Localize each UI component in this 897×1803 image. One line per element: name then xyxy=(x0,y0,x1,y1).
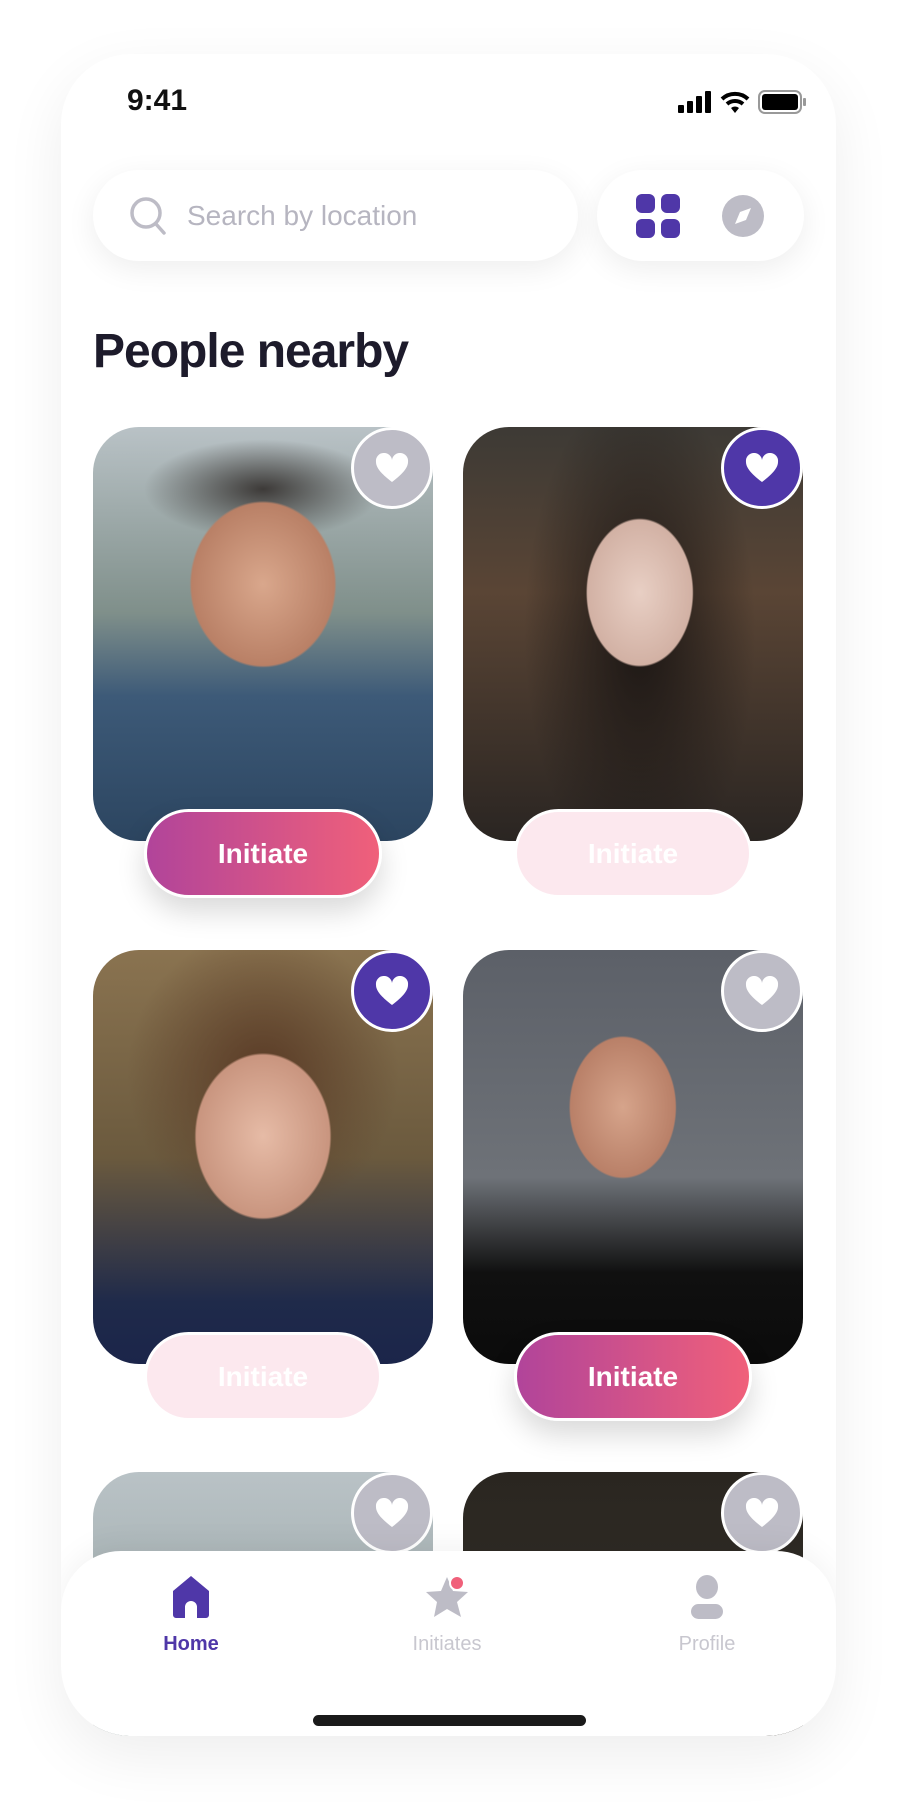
nav-label: Initiates xyxy=(412,1633,482,1655)
heart-icon xyxy=(745,453,779,482)
initiate-button[interactable]: Initiate xyxy=(514,809,752,898)
home-indicator[interactable] xyxy=(313,1715,586,1726)
like-button[interactable] xyxy=(351,427,433,509)
phone-screen: 9:41 People nearby Initiate Initiate Ini… xyxy=(61,54,836,1736)
like-button[interactable] xyxy=(351,1472,433,1554)
search-input[interactable] xyxy=(187,199,527,232)
like-button[interactable] xyxy=(721,950,803,1032)
user-icon xyxy=(691,1575,723,1619)
nav-label: Profile xyxy=(678,1633,736,1655)
nav-label: Home xyxy=(163,1633,219,1655)
nav-home[interactable]: Home xyxy=(121,1575,261,1656)
person-card[interactable]: Initiate xyxy=(93,427,433,898)
home-icon xyxy=(173,1576,209,1618)
like-button[interactable] xyxy=(721,427,803,509)
heart-icon xyxy=(375,453,409,482)
signal-icon xyxy=(678,91,711,113)
status-icons xyxy=(678,90,806,114)
page-title: People nearby xyxy=(93,325,409,378)
initiate-button[interactable]: Initiate xyxy=(144,809,382,898)
view-toggle xyxy=(597,170,804,261)
compass-icon[interactable] xyxy=(721,194,765,238)
status-time: 9:41 xyxy=(127,84,188,117)
wifi-icon xyxy=(720,91,750,113)
heart-icon xyxy=(375,1498,409,1527)
heart-icon xyxy=(375,976,409,1005)
nav-profile[interactable]: Profile xyxy=(637,1575,777,1656)
nav-initiates[interactable]: Initiates xyxy=(377,1575,517,1656)
grid-icon[interactable] xyxy=(635,193,680,238)
battery-icon xyxy=(758,90,806,114)
heart-icon xyxy=(745,976,779,1005)
person-card[interactable]: Initiate xyxy=(463,427,803,898)
search-icon xyxy=(130,196,166,235)
notification-badge xyxy=(449,1575,465,1591)
search-bar[interactable] xyxy=(93,170,578,261)
like-button[interactable] xyxy=(351,950,433,1032)
person-card[interactable]: Initiate xyxy=(93,950,433,1421)
initiate-button[interactable]: Initiate xyxy=(514,1332,752,1421)
person-card[interactable]: Initiate xyxy=(463,950,803,1421)
like-button[interactable] xyxy=(721,1472,803,1554)
bottom-nav: Home Initiates Profile xyxy=(61,1551,836,1736)
initiate-button[interactable]: Initiate xyxy=(144,1332,382,1421)
heart-icon xyxy=(745,1498,779,1527)
star-icon xyxy=(426,1575,468,1617)
